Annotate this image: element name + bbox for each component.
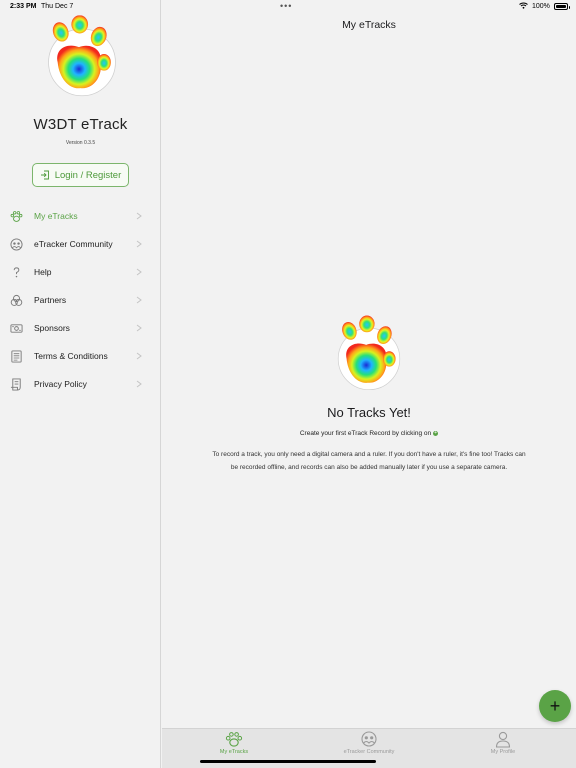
battery-icon [554,3,570,10]
multitasking-dots-icon[interactable]: ••• [280,1,292,11]
main-content: My eTracks No Tracks Yet! Create your fi… [162,0,576,768]
empty-state-title: No Tracks Yet! [327,405,411,420]
chevron-right-icon [136,240,142,248]
add-track-button[interactable]: + [539,690,571,722]
sidebar-item-label: eTracker Community [34,239,113,249]
document-icon [10,349,23,363]
status-bar: 2:33 PM Thu Dec 7 ••• 100% [0,0,576,14]
sidebar-item-partners[interactable]: Partners [0,286,161,314]
status-time: 2:33 PM [10,3,37,10]
chevron-right-icon [136,380,142,388]
wifi-icon [519,2,528,9]
sponsors-icon [10,322,23,335]
chevron-right-icon [136,324,142,332]
sidebar-item-sponsors[interactable]: Sponsors [0,314,161,342]
paw-icon [10,210,23,223]
sidebar-item-help[interactable]: Help [0,258,161,286]
paw-illustration-icon [334,312,404,396]
sidebar-item-label: My eTracks [34,211,78,221]
login-register-button[interactable]: Login / Register [32,163,129,187]
question-icon [10,266,23,279]
community-icon [10,237,23,251]
status-date: Thu Dec 7 [41,3,74,10]
login-register-label: Login / Register [54,169,122,181]
sidebar-item-label: Partners [34,295,67,305]
paw-icon [225,732,243,747]
policy-icon [10,377,23,391]
tab-my-etracks[interactable]: My eTracks [165,731,303,759]
community-icon [361,731,377,747]
tab-label: My Profile [490,749,516,755]
home-indicator[interactable] [200,760,376,763]
person-icon [495,731,511,748]
plus-circle-icon: + [433,430,439,436]
paw-logo-icon [44,12,120,102]
tab-label: eTracker Community [343,749,395,755]
sidebar: W3DT eTrack Version 0.3.5 Login / Regist… [0,0,161,768]
chevron-right-icon [136,296,142,304]
sidebar-item-terms-conditions[interactable]: Terms & Conditions [0,342,161,370]
chevron-right-icon [136,352,142,360]
sidebar-item-label: Help [34,267,52,277]
sidebar-item-label: Sponsors [34,323,70,333]
sidebar-item-etracker-community[interactable]: eTracker Community [0,230,161,258]
battery-percentage: 100% [532,3,550,10]
empty-state-cta: Create your first eTrack Record by click… [162,430,576,437]
login-icon [40,170,49,180]
sidebar-menu: My eTracks eTracker Community Help Partn… [0,202,161,398]
chevron-right-icon [136,268,142,276]
tab-my-profile[interactable]: My Profile [434,731,572,759]
sidebar-item-label: Privacy Policy [34,379,87,389]
partners-icon [10,294,23,307]
sidebar-item-privacy-policy[interactable]: Privacy Policy [0,370,161,398]
app-title: W3DT eTrack [33,116,128,133]
page-title: My eTracks [342,19,396,31]
empty-state-description: To record a track, you only need a digit… [212,451,526,471]
empty-state-cta-text: Create your first eTrack Record by click… [299,430,432,437]
app-version: Version 0.3.5 [65,140,96,146]
tab-label: My eTracks [219,749,249,755]
sidebar-item-my-etracks[interactable]: My eTracks [0,202,161,230]
chevron-right-icon [136,212,142,220]
sidebar-item-label: Terms & Conditions [34,351,108,361]
tab-etracker-community[interactable]: eTracker Community [300,731,438,759]
